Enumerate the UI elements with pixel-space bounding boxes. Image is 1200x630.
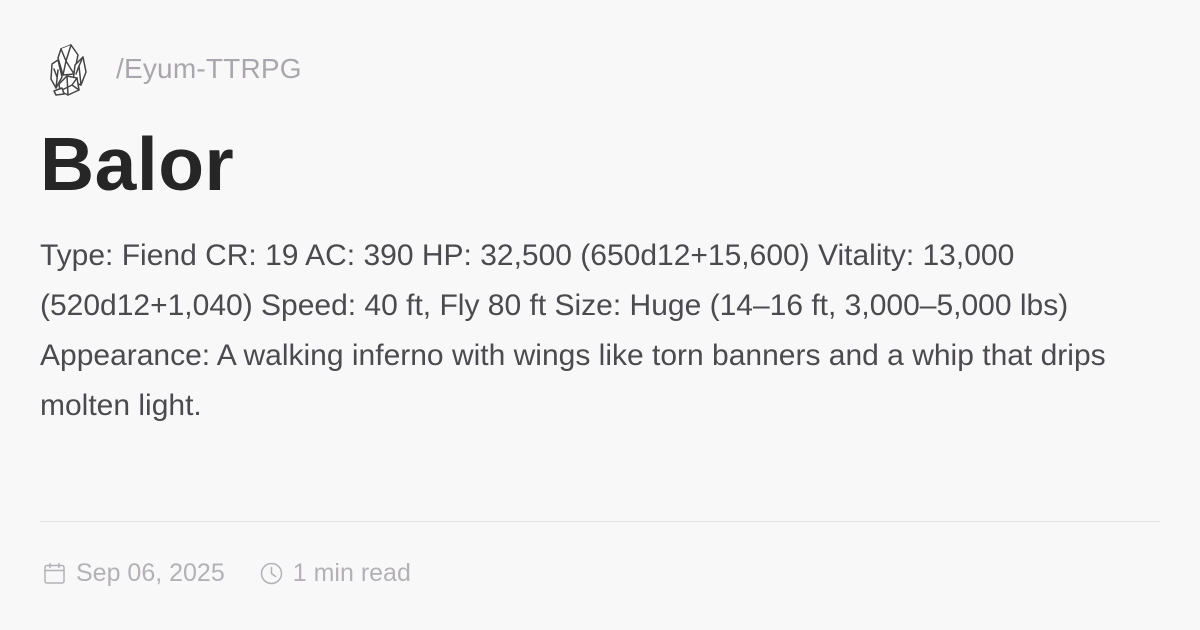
read-time: 1 min read [292,559,411,587]
clock-icon [260,562,282,585]
social-preview-card: /Eyum-TTRPG Balor Type: Fiend CR: 19 AC:… [40,40,1160,590]
divider [40,521,1160,522]
article-description: Type: Fiend CR: 19 AC: 390 HP: 32,500 (6… [40,239,1106,422]
article-meta: Sep 06, 2025 1 min read [42,559,445,588]
calendar-icon [44,562,65,584]
read-time-meta: 1 min read [259,559,411,588]
site-name[interactable]: /Eyum-TTRPG [116,53,302,85]
site-header: /Eyum-TTRPG [48,42,302,98]
page-title: Balor [40,122,235,206]
date-meta: Sep 06, 2025 [42,559,225,588]
publish-date: Sep 06, 2025 [76,559,225,587]
crystal-cluster-icon [50,44,87,96]
